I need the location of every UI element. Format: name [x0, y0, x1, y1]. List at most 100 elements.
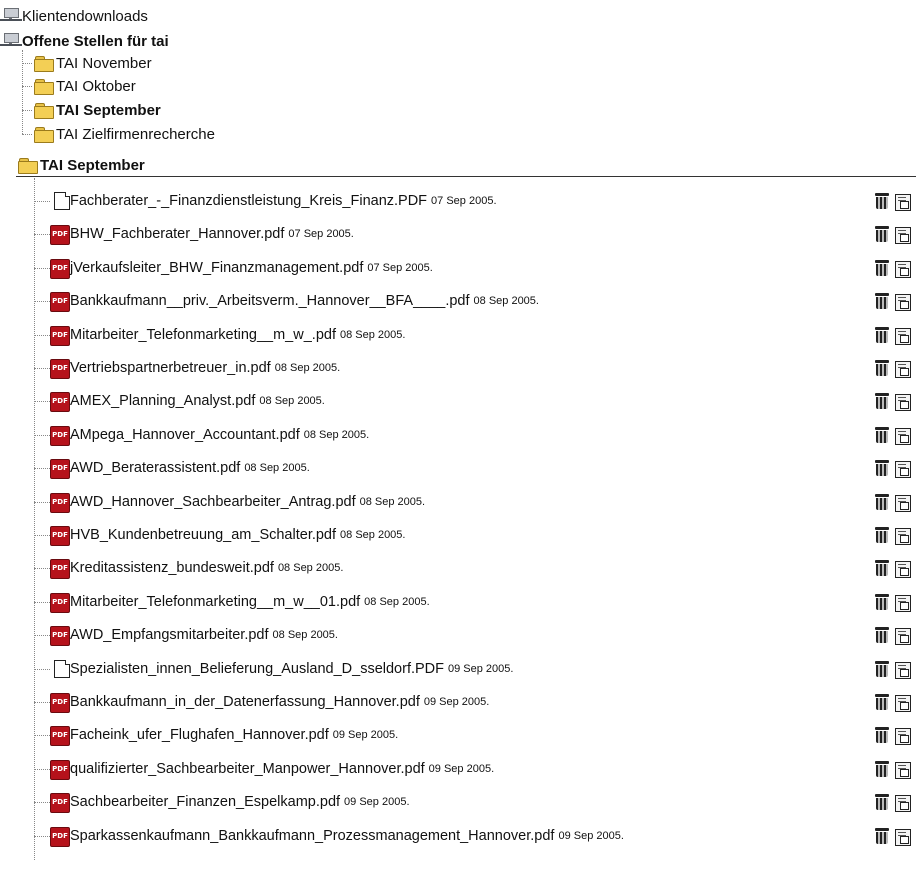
edit-icon[interactable]	[895, 261, 911, 278]
trash-icon[interactable]	[875, 427, 889, 444]
file-link[interactable]: qualifizierter_Sachbearbeiter_Manpower_H…	[70, 758, 494, 780]
file-link[interactable]: Mitarbeiter_Telefonmarketing__m_w_.pdf 08…	[70, 324, 405, 346]
edit-icon[interactable]	[895, 461, 911, 478]
trash-icon[interactable]	[875, 393, 889, 410]
trash-icon[interactable]	[875, 594, 889, 611]
trash-icon[interactable]	[875, 260, 889, 277]
edit-icon[interactable]	[895, 328, 911, 345]
file-link[interactable]: BHW_Fachberater_Hannover.pdf 07 Sep 2005.	[70, 223, 354, 245]
network-computer-icon	[0, 7, 22, 25]
document-icon	[54, 660, 70, 678]
trash-icon[interactable]	[875, 761, 889, 778]
file-row[interactable]: PDF AWD_Beraterassistent.pdf 08 Sep 2005.	[0, 457, 918, 479]
file-row[interactable]: PDF Sparkassenkaufmann_Bankkaufmann_Proze…	[0, 825, 918, 847]
file-link[interactable]: Fachberater_-_Finanzdienstleistung_Kreis…	[70, 190, 497, 212]
file-row[interactable]: PDF Bankkaufmann__priv._Arbeitsverm._Hann…	[0, 290, 918, 312]
file-date: 08 Sep 2005.	[473, 295, 539, 307]
file-row[interactable]: PDF Facheink_ufer_Flughafen_Hannover.pdf 0…	[0, 724, 918, 746]
trash-icon[interactable]	[875, 794, 889, 811]
file-link[interactable]: AWD_Beraterassistent.pdf 08 Sep 2005.	[70, 457, 310, 479]
file-link[interactable]: AMpega_Hannover_Accountant.pdf 08 Sep 200…	[70, 424, 369, 446]
file-link[interactable]: Kreditassistenz_bundesweit.pdf 08 Sep 200…	[70, 557, 343, 579]
file-link[interactable]: AWD_Hannover_Sachbearbeiter_Antrag.pdf 08…	[70, 491, 425, 513]
edit-icon[interactable]	[895, 628, 911, 645]
file-row[interactable]: PDF AWD_Empfangsmitarbeiter.pdf 08 Sep 200…	[0, 624, 918, 646]
trash-icon[interactable]	[875, 494, 889, 511]
edit-icon[interactable]	[895, 762, 911, 779]
file-row[interactable]: PDF Kreditassistenz_bundesweit.pdf 08 Sep …	[0, 557, 918, 579]
file-link[interactable]: Sachbearbeiter_Finanzen_Espelkamp.pdf 09 …	[70, 791, 410, 813]
trash-icon[interactable]	[875, 727, 889, 744]
trash-icon[interactable]	[875, 360, 889, 377]
file-row[interactable]: PDF AMpega_Hannover_Accountant.pdf 08 Sep …	[0, 424, 918, 446]
file-link[interactable]: Facheink_ufer_Flughafen_Hannover.pdf 09 S…	[70, 724, 398, 746]
file-date: 09 Sep 2005.	[332, 729, 399, 741]
edit-icon[interactable]	[895, 227, 911, 244]
edit-icon[interactable]	[895, 394, 911, 411]
file-row[interactable]: Fachberater_-_Finanzdienstleistung_Kreis…	[0, 190, 918, 212]
file-row[interactable]: PDF AWD_Hannover_Sachbearbeiter_Antrag.pd…	[0, 491, 918, 513]
file-link[interactable]: Spezialisten_innen_Belieferung_Ausland_D…	[70, 658, 513, 680]
file-row[interactable]: PDF jVerkaufsleiter_BHW_Finanzmanagement.…	[0, 257, 918, 279]
trash-icon[interactable]	[875, 527, 889, 544]
file-row[interactable]: PDF HVB_Kundenbetreuung_am_Schalter.pdf 08…	[0, 524, 918, 546]
folder-icon	[34, 55, 54, 72]
edit-icon[interactable]	[895, 361, 911, 378]
trash-icon[interactable]	[875, 327, 889, 344]
edit-icon[interactable]	[895, 294, 911, 311]
trash-icon[interactable]	[875, 560, 889, 577]
file-date: 08 Sep 2005.	[244, 462, 310, 474]
edit-icon[interactable]	[895, 662, 911, 679]
file-link[interactable]: jVerkaufsleiter_BHW_Finanzmanagement.pdf…	[70, 257, 433, 279]
edit-icon[interactable]	[895, 595, 911, 612]
tree-item-klientendownloads[interactable]: Klientendownloads	[0, 5, 148, 27]
edit-icon[interactable]	[895, 728, 911, 745]
file-link[interactable]: Bankkaufmann__priv._Arbeitsverm._Hannove…	[70, 290, 539, 312]
file-row[interactable]: PDF Mitarbeiter_Telefonmarketing__m_w_.pd…	[0, 324, 918, 346]
file-row[interactable]: PDF Vertriebspartnerbetreuer_in.pdf 08 Sep…	[0, 357, 918, 379]
trash-icon[interactable]	[875, 293, 889, 310]
trash-icon[interactable]	[875, 828, 889, 845]
edit-icon[interactable]	[895, 528, 911, 545]
trash-icon[interactable]	[875, 460, 889, 477]
file-row[interactable]: PDF AMEX_Planning_Analyst.pdf 08 Sep 2005.	[0, 390, 918, 412]
file-date: 08 Sep 2005.	[364, 596, 430, 608]
trash-icon[interactable]	[875, 193, 889, 210]
file-name: Mitarbeiter_Telefonmarketing__m_w__01.pd…	[70, 594, 361, 610]
edit-icon[interactable]	[895, 194, 911, 211]
trash-icon[interactable]	[875, 694, 889, 711]
edit-icon[interactable]	[895, 561, 911, 578]
edit-icon[interactable]	[895, 495, 911, 512]
file-name: AWD_Hannover_Sachbearbeiter_Antrag.pdf	[70, 494, 356, 510]
trash-icon[interactable]	[875, 627, 889, 644]
file-row[interactable]: PDF qualifizierter_Sachbearbeiter_Manpowe…	[0, 758, 918, 780]
trash-icon[interactable]	[875, 226, 889, 243]
file-link[interactable]: AMEX_Planning_Analyst.pdf 08 Sep 2005.	[70, 390, 325, 412]
file-row[interactable]: Spezialisten_innen_Belieferung_Ausland_D…	[0, 658, 918, 680]
tree-item-offene-stellen[interactable]: Offene Stellen für tai	[0, 30, 169, 52]
folder-item-tai-november[interactable]: TAI November	[34, 52, 152, 74]
edit-icon[interactable]	[895, 428, 911, 445]
file-link[interactable]: Bankkaufmann_in_der_Datenerfassung_Hanno…	[70, 691, 489, 713]
edit-icon[interactable]	[895, 829, 911, 846]
file-link[interactable]: Vertriebspartnerbetreuer_in.pdf 08 Sep 20…	[70, 357, 340, 379]
file-row[interactable]: PDF Sachbearbeiter_Finanzen_Espelkamp.pdf…	[0, 791, 918, 813]
folder-item-tai-september[interactable]: TAI September	[34, 99, 161, 121]
file-date: 09 Sep 2005.	[423, 696, 490, 708]
file-row[interactable]: PDF Mitarbeiter_Telefonmarketing__m_w__01…	[0, 591, 918, 613]
file-link[interactable]: HVB_Kundenbetreuung_am_Schalter.pdf 08 Se…	[70, 524, 405, 546]
file-row[interactable]: PDF BHW_Fachberater_Hannover.pdf 07 Sep 20…	[0, 223, 918, 245]
folder-item-tai-oktober[interactable]: TAI Oktober	[34, 75, 136, 97]
edit-icon[interactable]	[895, 795, 911, 812]
folder-item-tai-zielfirmenrecherche[interactable]: TAI Zielfirmenrecherche	[34, 123, 215, 145]
file-link[interactable]: AWD_Empfangsmitarbeiter.pdf 08 Sep 2005.	[70, 624, 338, 646]
file-link[interactable]: Mitarbeiter_Telefonmarketing__m_w__01.pd…	[70, 591, 430, 613]
file-link[interactable]: Sparkassenkaufmann_Bankkaufmann_Prozessm…	[70, 825, 624, 847]
file-name: Sachbearbeiter_Finanzen_Espelkamp.pdf	[70, 794, 341, 810]
folder-icon	[34, 102, 54, 119]
edit-icon[interactable]	[895, 695, 911, 712]
trash-icon[interactable]	[875, 661, 889, 678]
file-row[interactable]: PDF Bankkaufmann_in_der_Datenerfassung_Ha…	[0, 691, 918, 713]
file-name: AWD_Beraterassistent.pdf	[70, 460, 241, 476]
folder-icon	[34, 78, 54, 95]
